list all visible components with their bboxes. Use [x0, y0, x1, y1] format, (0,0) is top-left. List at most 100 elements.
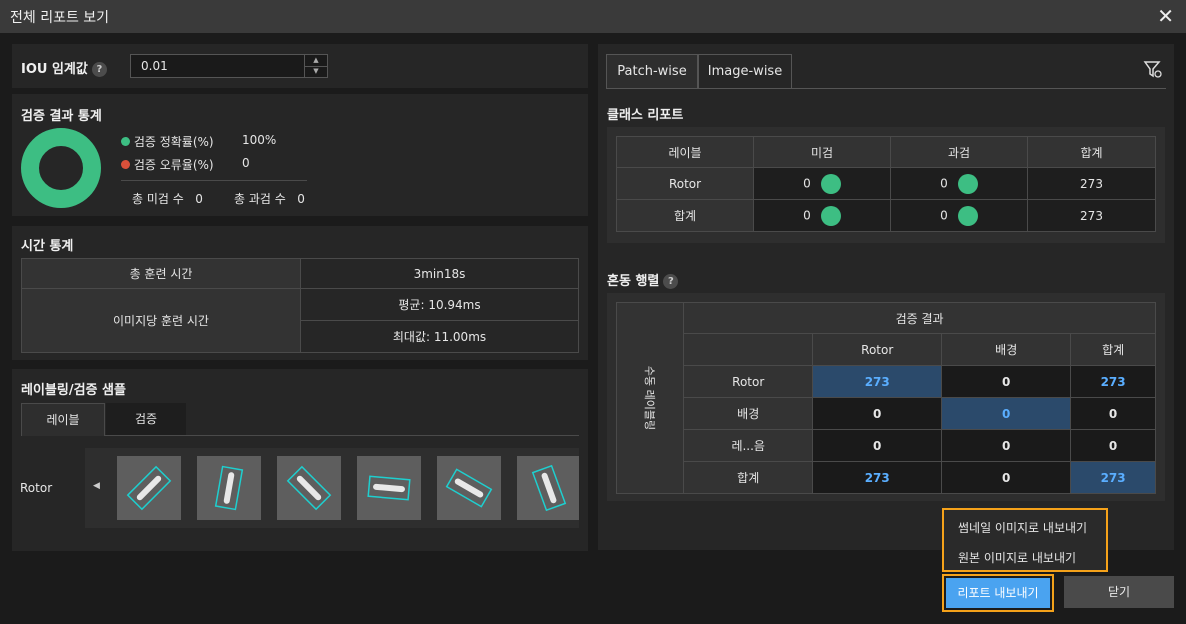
matrix-cell: 273 [1070, 365, 1156, 398]
sample-row-label: Rotor [20, 481, 53, 495]
over-count: 총 과검 수 0 [234, 190, 305, 207]
sample-thumbnail[interactable] [437, 456, 501, 520]
iou-label: IOU 임계값 [21, 62, 88, 77]
class-report-table: 레이블 미검 과검 합계 Rotor 0 0 273 합계 0 0 273 [616, 136, 1156, 232]
error-dot-icon [121, 160, 130, 169]
missed-cell: 0 [753, 199, 891, 232]
confusion-title: 혼동 행렬 [607, 274, 660, 289]
matrix-cell: 0 [941, 429, 1072, 462]
over-label: 총 과검 수 [234, 192, 286, 206]
matrix-cell: 0 [941, 461, 1072, 494]
help-icon[interactable]: ? [91, 62, 107, 77]
col-total: 합계 [1027, 136, 1156, 168]
matrix-cell: 0 [1070, 397, 1156, 430]
matrix-cell: 0 [1070, 429, 1156, 462]
status-dot-icon [957, 173, 978, 194]
close-button[interactable]: 닫기 [1064, 576, 1174, 608]
error-value: 0 [242, 156, 250, 170]
matrix-cell: 273 [1070, 461, 1156, 494]
thumbnail-strip: ◀ ▶ [85, 448, 579, 528]
col-missed: 미검 [753, 136, 891, 168]
tab-divider [606, 88, 1166, 89]
iou-threshold-input[interactable]: 0.01 ▲ ▼ [130, 54, 328, 78]
table-row: 합계 0 0 273 [616, 199, 1156, 232]
sample-thumbnail[interactable] [517, 456, 579, 520]
sample-thumbnail[interactable] [277, 456, 341, 520]
tab-validation[interactable]: 검증 [106, 403, 186, 435]
total-time-label: 총 훈련 시간 [21, 258, 301, 289]
matrix-cell: 273 [812, 365, 943, 398]
matrix-cell: 0 [941, 397, 1072, 430]
matrix-row: 배경 0 0 0 [617, 397, 1156, 430]
over-value: 0 [297, 192, 305, 206]
export-thumbnail-item[interactable]: 썸네일 이미지로 내보내기 [958, 519, 1087, 536]
export-menu: 썸네일 이미지로 내보내기 원본 이미지로 내보내기 [942, 508, 1108, 572]
export-button-highlight: 리포트 내보내기 [942, 574, 1054, 612]
spin-down-icon[interactable]: ▼ [304, 66, 327, 77]
avg-time: 평균: 10.94ms [300, 288, 579, 321]
accuracy-dot-icon [121, 137, 130, 146]
accuracy-donut-chart [21, 128, 101, 208]
tab-patch-wise[interactable]: Patch-wise [606, 54, 698, 89]
sample-thumbnail[interactable] [197, 456, 261, 520]
filter-settings-icon[interactable] [1143, 59, 1163, 79]
over-cell: 0 [890, 167, 1028, 200]
status-dot-icon [957, 205, 978, 226]
iou-label-row: IOU 임계값? [21, 58, 107, 77]
col-header: Rotor [812, 333, 943, 366]
matrix-cell: 0 [812, 397, 943, 430]
missed-value: 0 [803, 176, 811, 190]
row-label: Rotor [683, 365, 814, 398]
confusion-matrix: 수동 레이블링 검증 결과 Rotor 배경 합계 Rotor 273 0 27… [615, 302, 1156, 494]
time-table: 총 훈련 시간 3min18s 이미지당 훈련 시간 평균: 10.94ms 최… [21, 258, 579, 353]
accuracy-value: 100% [242, 133, 277, 147]
accuracy-label: 검증 정확률(%) [133, 135, 214, 149]
row-label: Rotor [616, 167, 754, 200]
status-dot-icon [820, 205, 841, 226]
top-header: 검증 결과 [683, 302, 1156, 334]
confusion-title-row: 혼동 행렬? [607, 270, 679, 289]
corner-cell [683, 333, 814, 366]
col-label: 레이블 [616, 136, 754, 168]
matrix-cell: 0 [941, 365, 1072, 398]
missed-cell: 0 [753, 167, 891, 200]
sample-thumbnail[interactable] [117, 456, 181, 520]
per-image-label: 이미지당 훈련 시간 [21, 288, 301, 353]
tab-labeling[interactable]: 레이블 [21, 403, 105, 436]
matrix-row: Rotor 273 0 273 [617, 365, 1156, 398]
export-report-button[interactable]: 리포트 내보내기 [946, 578, 1050, 608]
status-dot-icon [820, 173, 841, 194]
close-icon[interactable]: ✕ [1157, 4, 1174, 28]
window-title: 전체 리포트 보기 [10, 10, 110, 26]
matrix-row: 합계 273 0 273 [617, 461, 1156, 494]
missed-count: 총 미검 수 0 [132, 190, 203, 207]
over-value: 0 [940, 208, 948, 222]
table-row: Rotor 0 0 273 [616, 167, 1156, 200]
row-label: 레...음 [683, 429, 814, 462]
missed-label: 총 미검 수 [132, 192, 184, 206]
iou-value: 0.01 [141, 59, 168, 73]
samples-title: 레이블링/검증 샘플 [21, 383, 126, 398]
title-bar: 전체 리포트 보기 ✕ [0, 0, 1186, 33]
missed-value: 0 [195, 192, 203, 206]
sample-tabs: 레이블 검증 [21, 403, 579, 436]
col-header: 합계 [1070, 333, 1156, 366]
tab-image-wise[interactable]: Image-wise [698, 54, 792, 89]
matrix-row: 레...음 0 0 0 [617, 429, 1156, 462]
class-report-title: 클래스 리포트 [607, 108, 684, 123]
matrix-cell: 0 [812, 429, 943, 462]
export-original-item[interactable]: 원본 이미지로 내보내기 [958, 549, 1076, 566]
time-title: 시간 통계 [21, 239, 74, 254]
help-icon[interactable]: ? [663, 274, 679, 289]
sample-thumbnail[interactable] [357, 456, 421, 520]
over-value: 0 [940, 176, 948, 190]
prev-icon[interactable]: ◀ [93, 481, 100, 491]
max-time: 최대값: 11.00ms [300, 320, 579, 353]
row-label: 배경 [683, 397, 814, 430]
side-header-cell: 수동 레이블링 [615, 302, 685, 494]
side-header: 수동 레이블링 [643, 365, 657, 431]
col-header: 배경 [941, 333, 1072, 366]
donut-ring [21, 128, 101, 208]
matrix-cell: 273 [812, 461, 943, 494]
over-cell: 0 [890, 199, 1028, 232]
